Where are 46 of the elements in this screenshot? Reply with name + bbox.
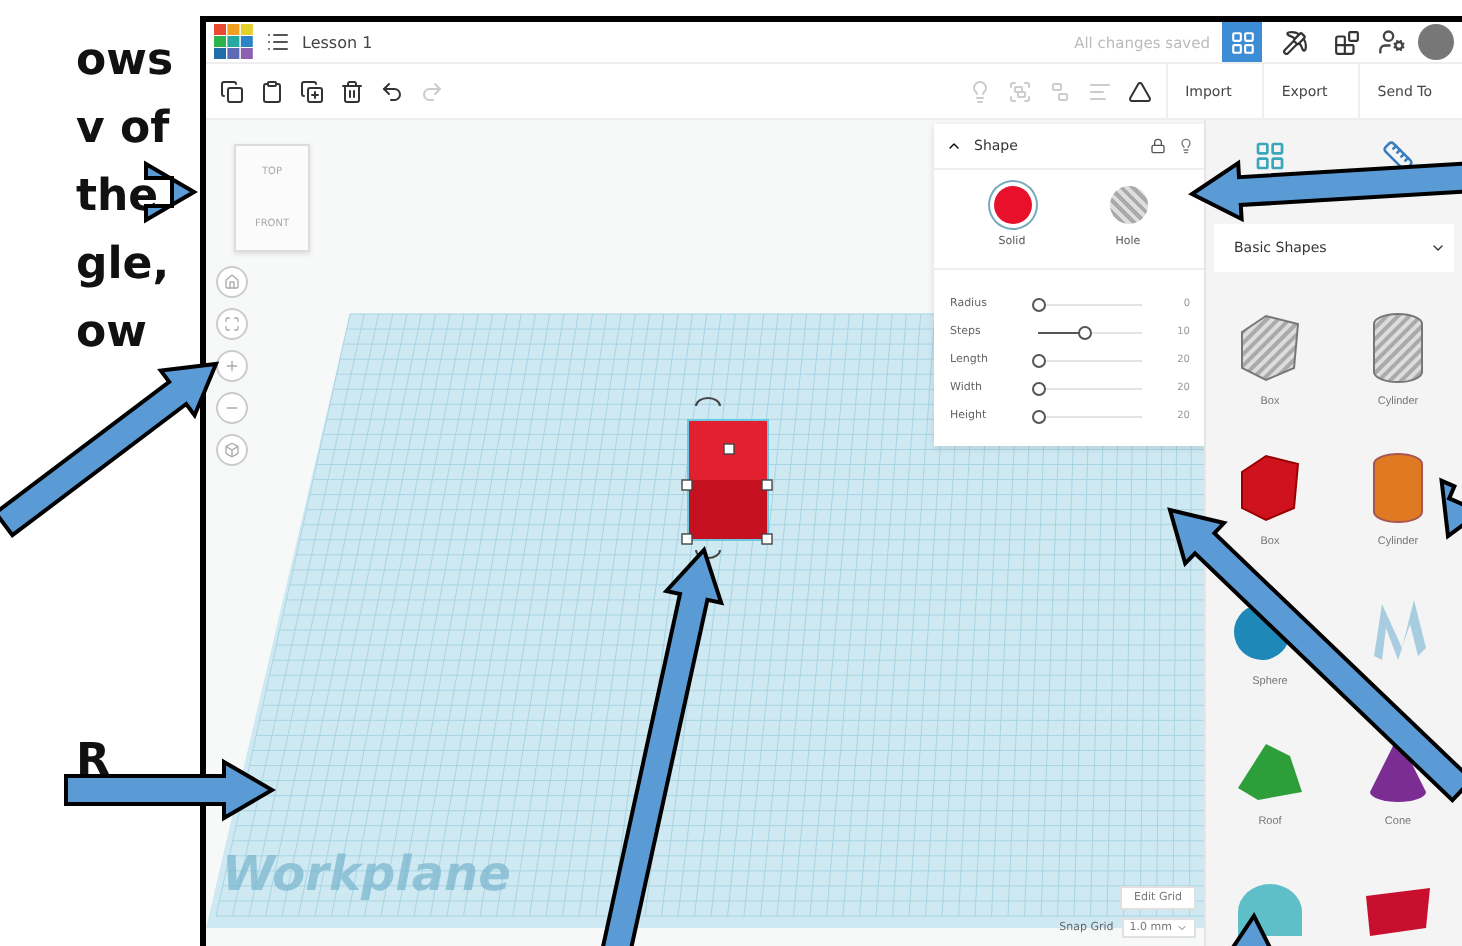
- duplicate-icon: [300, 79, 324, 103]
- slider-thumb[interactable]: [1032, 353, 1046, 367]
- bulb-icon: [967, 79, 992, 103]
- annotation-text: ow: [76, 306, 147, 362]
- grid-view-button[interactable]: [1222, 22, 1262, 62]
- cube-icon: [224, 442, 240, 458]
- copy-button[interactable]: [218, 77, 246, 105]
- bricks-icon: [1333, 29, 1359, 55]
- fit-view-icon: [224, 316, 240, 332]
- annotation-text: R: [76, 734, 110, 790]
- caret-icon: [1430, 240, 1446, 256]
- bulb-icon[interactable]: [1178, 138, 1194, 154]
- workplane-icon[interactable]: [1254, 140, 1286, 172]
- group-icon: [1007, 79, 1032, 103]
- slider-thumb[interactable]: [1078, 325, 1093, 339]
- logo-icon: [214, 24, 254, 60]
- grid-icon: [1229, 29, 1255, 55]
- duplicate-button[interactable]: [298, 77, 326, 105]
- paste-icon: [260, 79, 284, 103]
- workplane-label: Workplane: [222, 846, 511, 902]
- slider-thumb[interactable]: [1032, 381, 1046, 395]
- plus-icon: [224, 358, 240, 374]
- redo-icon: [420, 79, 444, 103]
- lock-icon[interactable]: [1150, 138, 1166, 154]
- undo-button[interactable]: [378, 77, 406, 105]
- ungroup-icon: [1047, 79, 1072, 103]
- user-icon[interactable]: [1378, 28, 1406, 56]
- home-icon: [224, 274, 240, 290]
- annotation-text: ows: [76, 34, 174, 90]
- undo-icon: [380, 79, 404, 103]
- delete-icon: [340, 79, 364, 103]
- copy-icon: [220, 79, 244, 103]
- align-icon: [1087, 79, 1112, 103]
- delete-button[interactable]: [338, 77, 366, 105]
- paste-button[interactable]: [258, 77, 286, 105]
- caret-icon: [1176, 922, 1188, 934]
- annotation-text: gle,: [76, 238, 170, 294]
- avatar[interactable]: [1418, 24, 1454, 60]
- ruler-icon[interactable]: [1382, 140, 1414, 172]
- slider-thumb[interactable]: [1032, 297, 1046, 311]
- collapse-icon[interactable]: [946, 138, 962, 154]
- document-title[interactable]: Lesson 1: [302, 33, 373, 51]
- build-icon: [1281, 29, 1307, 55]
- annotation-text: v of: [76, 102, 170, 158]
- annotation-text: the: [76, 170, 159, 226]
- slider-thumb[interactable]: [1032, 409, 1046, 423]
